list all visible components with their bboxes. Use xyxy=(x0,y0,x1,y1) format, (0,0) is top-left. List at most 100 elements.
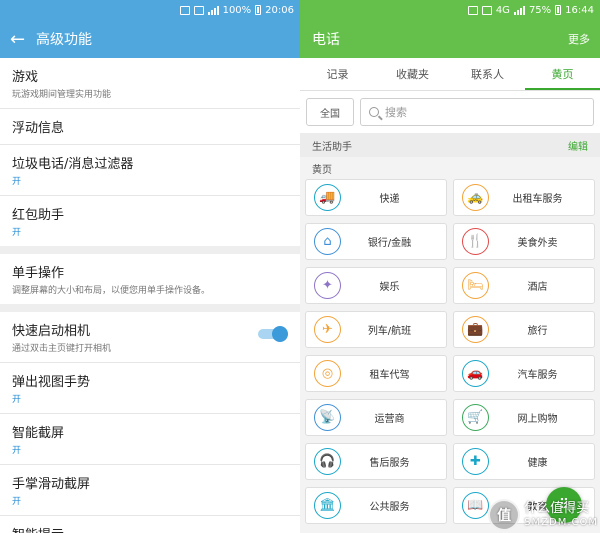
page-title: 高级功能 xyxy=(36,32,92,48)
back-arrow-icon[interactable]: ← xyxy=(10,29,36,50)
clock: 20:06 xyxy=(265,4,294,16)
category-grid: 🚚 快递 🚕 出租车服务 ⌂ 银行/金融 🍴 美食外卖 ✦ 娱乐 🛏 酒店 ✈ 列车/航班 💼 旅行 ◎ 租车代驾… xyxy=(300,177,600,526)
cutlery-icon: 🍴 xyxy=(462,228,489,255)
category-label: 酒店 xyxy=(527,282,548,293)
bed-icon: 🛏 xyxy=(462,272,489,299)
setting-subtitle: 调整屏幕的大小和布局，以便您用单手操作设备。 xyxy=(12,286,211,296)
satellite-icon: 📡 xyxy=(314,404,341,431)
yellow-pages-header: 黄页 xyxy=(300,157,600,177)
network-type: 4G xyxy=(495,4,510,16)
category-tile[interactable]: 🚗 汽车服务 xyxy=(453,355,595,392)
setting-title: 红包助手 xyxy=(12,208,65,223)
app-bar: ← 高级功能 xyxy=(0,20,300,58)
category-label: 售后服务 xyxy=(369,458,410,469)
category-tile[interactable]: ✦ 娱乐 xyxy=(305,267,447,304)
setting-status: 开 xyxy=(12,395,22,405)
status-bar: 4G 75% 16:44 xyxy=(300,0,600,20)
category-tile[interactable]: ◎ 租车代驾 xyxy=(305,355,447,392)
search-input[interactable]: 搜索 xyxy=(360,98,594,126)
category-label: 出租车服务 xyxy=(512,194,563,205)
category-label: 运营商 xyxy=(374,414,405,425)
battery-percent: 75% xyxy=(528,4,552,16)
tab-favorites[interactable]: 收藏夹 xyxy=(375,58,450,90)
category-label: 列车/航班 xyxy=(367,326,412,337)
nfc-icon xyxy=(467,5,478,15)
category-tile[interactable]: 🛏 酒店 xyxy=(453,267,595,304)
phone-yellow-pages-screen: 4G 75% 16:44 电话 更多 记录 收藏夹 联系人 黄页 全国 搜索 生… xyxy=(300,0,600,533)
mute-icon xyxy=(193,5,204,15)
suitcase-icon: 💼 xyxy=(462,316,489,343)
setting-status: 开 xyxy=(12,228,22,238)
mute-icon xyxy=(481,5,492,15)
category-tile[interactable]: 💼 旅行 xyxy=(453,311,595,348)
cart-icon: 🛒 xyxy=(462,404,489,431)
category-label: 快递 xyxy=(379,194,400,205)
edit-button[interactable]: 编辑 xyxy=(568,138,588,153)
category-tile[interactable]: 🏛 公共服务 xyxy=(305,487,447,524)
setting-red-packet[interactable]: 红包助手 开 xyxy=(0,196,300,246)
settings-list: 快速启动相机 通过双击主页键打开相机 弹出视图手势 开 智能截屏 开 手掌滑动截… xyxy=(0,312,300,533)
steering-wheel-icon: ◎ xyxy=(314,360,341,387)
setting-title: 游戏 xyxy=(12,70,39,85)
category-tile[interactable]: 📡 运营商 xyxy=(305,399,447,436)
tab-recents[interactable]: 记录 xyxy=(300,58,375,90)
truck-icon: 🚚 xyxy=(314,184,341,211)
category-label: 公共服务 xyxy=(369,502,410,513)
setting-smart-capture[interactable]: 智能截屏 开 xyxy=(0,414,300,465)
search-icon xyxy=(369,107,379,117)
more-button[interactable]: 更多 xyxy=(568,31,590,47)
category-label: 网上购物 xyxy=(517,414,558,425)
category-tile[interactable]: ✈ 列车/航班 xyxy=(305,311,447,348)
tab-contacts[interactable]: 联系人 xyxy=(450,58,525,90)
signal-icon xyxy=(513,5,525,15)
setting-game[interactable]: 游戏 玩游戏期间管理实用功能 xyxy=(0,58,300,109)
setting-spam-filter[interactable]: 垃圾电话/消息过滤器 开 xyxy=(0,145,300,196)
tab-bar: 记录 收藏夹 联系人 黄页 xyxy=(300,58,600,91)
setting-one-hand[interactable]: 单手操作 调整屏幕的大小和布局，以便您用单手操作设备。 xyxy=(0,254,300,304)
category-label: 银行/金融 xyxy=(367,238,412,249)
watermark-logo-icon: 值 xyxy=(488,499,521,531)
search-row: 全国 搜索 xyxy=(300,91,600,133)
category-label: 美食外卖 xyxy=(517,238,558,249)
watermark-text: 什么值得买 xyxy=(524,501,590,517)
category-tile[interactable]: 🚕 出租车服务 xyxy=(453,179,595,216)
category-label: 娱乐 xyxy=(379,282,400,293)
setting-smart-alert[interactable]: 智能提示 xyxy=(0,516,300,533)
setting-title: 手掌滑动截屏 xyxy=(12,477,91,492)
app-bar: 电话 更多 xyxy=(300,20,600,58)
first-aid-icon: ✚ xyxy=(462,448,489,475)
ticket-icon: ✦ xyxy=(314,272,341,299)
status-bar: 100% 20:06 xyxy=(0,0,300,20)
section-title: 生活助手 xyxy=(312,141,352,153)
category-tile[interactable]: ⌂ 银行/金融 xyxy=(305,223,447,260)
category-label: 租车代驾 xyxy=(369,370,410,381)
setting-floating-info[interactable]: 浮动信息 xyxy=(0,109,300,145)
setting-title: 浮动信息 xyxy=(12,121,65,136)
setting-popup-gesture[interactable]: 弹出视图手势 开 xyxy=(0,363,300,414)
setting-status: 开 xyxy=(12,177,22,187)
settings-screen: 100% 20:06 ← 高级功能 游戏 玩游戏期间管理实用功能 浮动信息 垃圾… xyxy=(0,0,300,533)
setting-subtitle: 玩游戏期间管理实用功能 xyxy=(12,90,112,100)
region-button[interactable]: 全国 xyxy=(306,98,354,126)
signal-icon xyxy=(207,5,219,15)
category-tile[interactable]: 🛒 网上购物 xyxy=(453,399,595,436)
battery-icon xyxy=(555,5,562,15)
tab-yellow-pages[interactable]: 黄页 xyxy=(525,58,600,90)
setting-title: 智能提示 xyxy=(12,524,288,533)
category-tile[interactable]: 🎧 售后服务 xyxy=(305,443,447,480)
category-label: 健康 xyxy=(527,458,548,469)
category-tile[interactable]: ✚ 健康 xyxy=(453,443,595,480)
setting-quick-camera[interactable]: 快速启动相机 通过双击主页键打开相机 xyxy=(0,312,300,363)
search-placeholder: 搜索 xyxy=(385,106,407,119)
setting-palm-swipe[interactable]: 手掌滑动截屏 开 xyxy=(0,465,300,516)
category-tile[interactable]: 🍴 美食外卖 xyxy=(453,223,595,260)
page-title: 电话 xyxy=(312,32,340,48)
battery-percent: 100% xyxy=(222,4,252,16)
setting-title: 智能截屏 xyxy=(12,426,65,441)
category-tile[interactable]: 🚚 快递 xyxy=(305,179,447,216)
plane-icon: ✈ xyxy=(314,316,341,343)
nfc-icon xyxy=(179,5,190,15)
car-icon: 🚗 xyxy=(462,360,489,387)
watermark-url: SMZDM.COM xyxy=(524,516,598,528)
quick-camera-toggle[interactable] xyxy=(258,326,288,342)
